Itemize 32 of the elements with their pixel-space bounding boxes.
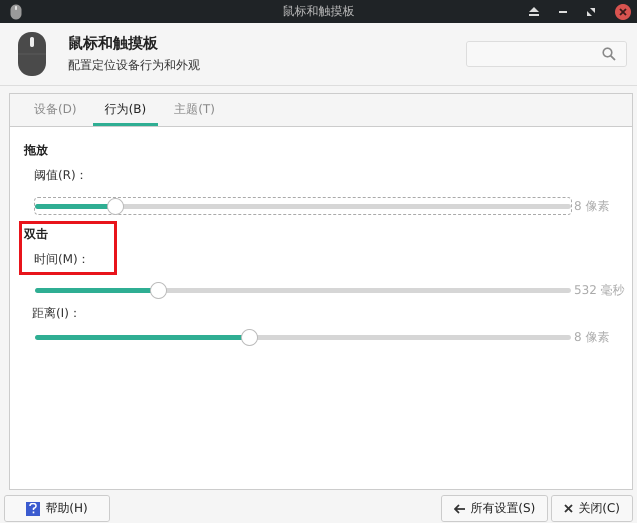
- search-field[interactable]: [466, 41, 627, 67]
- help-button[interactable]: 帮助(H): [4, 495, 110, 522]
- close-icon[interactable]: [615, 4, 631, 20]
- slider[interactable]: [34, 328, 572, 346]
- window-title: 鼠标和触摸板: [282, 3, 354, 20]
- close-icon: [564, 504, 574, 513]
- back-arrow-icon: [454, 504, 466, 514]
- tab[interactable]: 行为(B): [92, 94, 158, 126]
- maximize-icon[interactable]: [587, 8, 595, 16]
- slider-value: 8 像素: [574, 328, 610, 346]
- search-icon: [602, 47, 616, 61]
- section-title: 双击: [24, 226, 48, 243]
- mouse-icon: [18, 32, 46, 76]
- slider-handle[interactable]: [241, 329, 258, 346]
- slider-handle[interactable]: [107, 198, 124, 215]
- section-title: 拖放: [24, 142, 48, 159]
- help-icon: [26, 502, 40, 516]
- slider-value: 532 毫秒: [574, 282, 625, 298]
- close-button[interactable]: 关闭(C): [551, 495, 633, 522]
- slider[interactable]: [34, 281, 572, 299]
- minimize-icon[interactable]: [559, 10, 567, 12]
- slider-label: 距离(I)：: [31, 305, 82, 322]
- slider-label: 阈值(R)：: [33, 167, 88, 184]
- slider-value: 8 像素: [574, 198, 610, 214]
- slider[interactable]: [34, 197, 572, 215]
- slider-handle[interactable]: [150, 282, 168, 299]
- page-subtitle: 配置定位设备行为和外观: [68, 57, 200, 74]
- shade-icon[interactable]: [529, 7, 539, 16]
- mouse-icon: [10, 4, 22, 20]
- slider-label: 时间(M)：: [33, 251, 90, 268]
- page-title: 鼠标和触摸板: [68, 34, 159, 53]
- all-settings-button[interactable]: 所有设置(S): [441, 495, 548, 522]
